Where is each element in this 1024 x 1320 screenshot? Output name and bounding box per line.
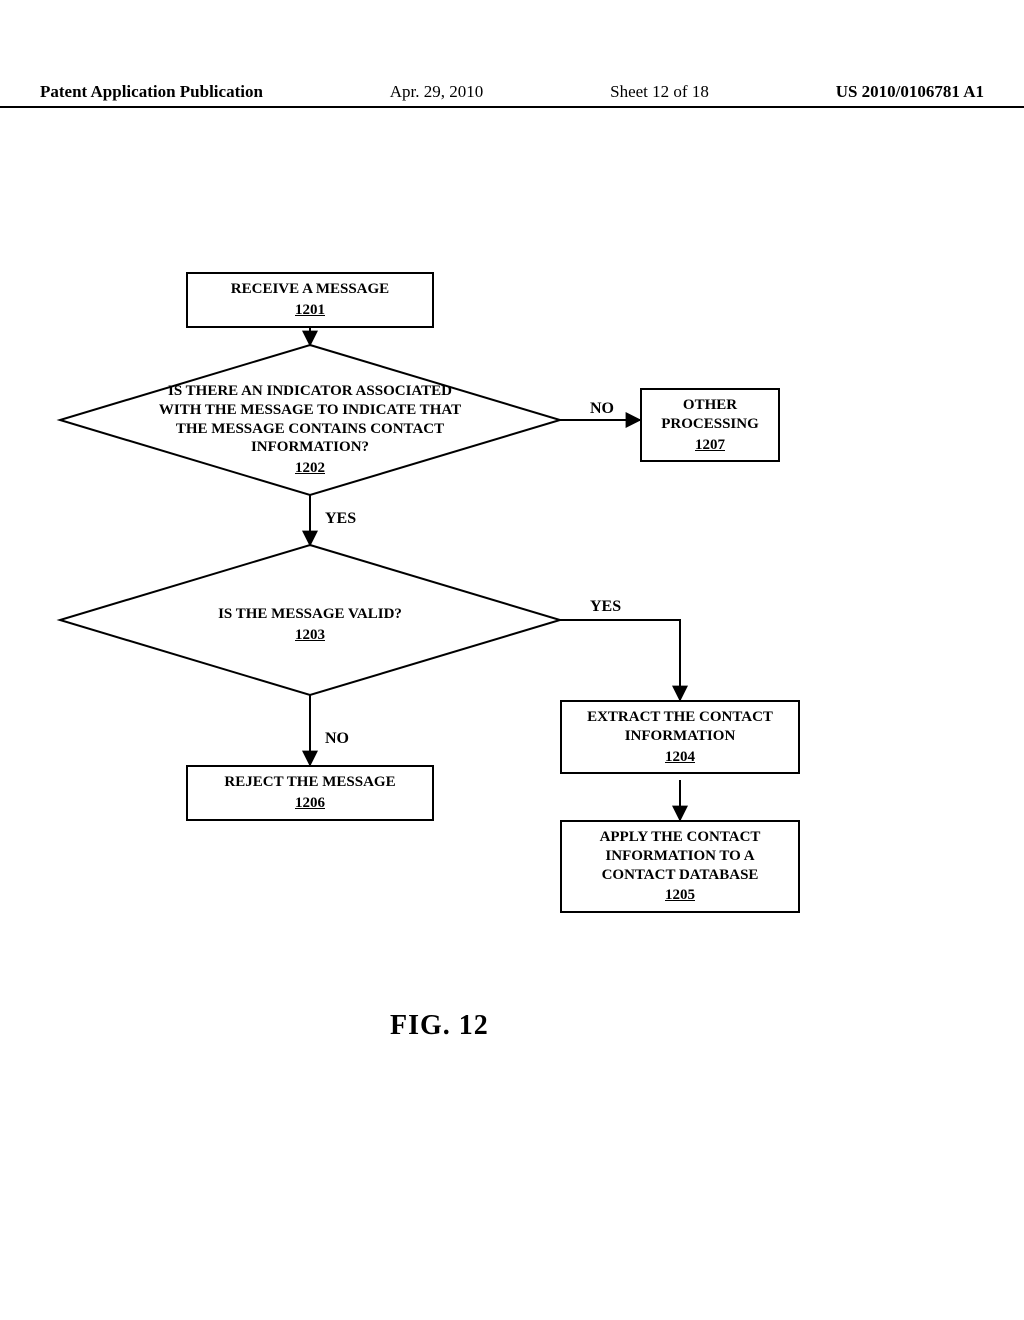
- flow-node-reject-message: REJECT THE MESSAGE 1206: [186, 765, 434, 821]
- flow-decision-indicator: IS THERE AN INDICATOR ASSOCIATED WITH TH…: [150, 382, 470, 478]
- node-ref: 1206: [196, 794, 424, 813]
- flow-node-other-processing: OTHER PROCESSING 1207: [640, 388, 780, 462]
- node-ref: 1204: [570, 748, 790, 767]
- node-text: EXTRACT THE CONTACT INFORMATION: [587, 709, 773, 744]
- figure-label: FIG. 12: [390, 1010, 489, 1042]
- node-ref: 1207: [650, 436, 770, 455]
- flowchart-connectors: [0, 0, 1024, 1320]
- node-text: OTHER PROCESSING: [661, 397, 759, 432]
- node-ref: 1205: [570, 886, 790, 905]
- edge-label-yes-1203: YES: [590, 598, 621, 616]
- node-text: RECEIVE A MESSAGE: [231, 281, 389, 297]
- edge-label-no-1202: NO: [590, 400, 614, 418]
- flow-node-apply-contact-db: APPLY THE CONTACT INFORMATION TO A CONTA…: [560, 820, 800, 913]
- node-text: IS THE MESSAGE VALID?: [218, 606, 402, 622]
- node-text: REJECT THE MESSAGE: [224, 774, 395, 790]
- flow-decision-valid: IS THE MESSAGE VALID? 1203: [190, 605, 430, 645]
- node-text: IS THERE AN INDICATOR ASSOCIATED WITH TH…: [159, 383, 461, 455]
- flowchart-canvas: RECEIVE A MESSAGE 1201 IS THERE AN INDIC…: [0, 0, 1024, 1320]
- edge-label-no-1203: NO: [325, 730, 349, 748]
- node-ref: 1201: [196, 301, 424, 320]
- flow-node-extract-contact: EXTRACT THE CONTACT INFORMATION 1204: [560, 700, 800, 774]
- edge-label-yes-1202: YES: [325, 510, 356, 528]
- node-ref: 1202: [150, 459, 470, 478]
- flow-node-receive-message: RECEIVE A MESSAGE 1201: [186, 272, 434, 328]
- node-text: APPLY THE CONTACT INFORMATION TO A CONTA…: [600, 829, 761, 883]
- node-ref: 1203: [190, 626, 430, 645]
